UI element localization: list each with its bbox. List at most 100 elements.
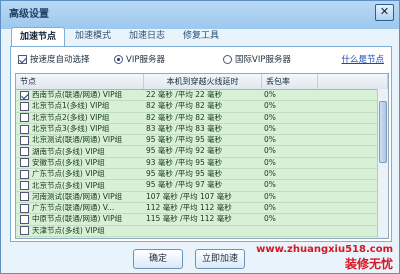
node-table: 节点 本机到穿越火线延时 丢包率 西南节点(联通/网通) VIP组 22 毫秒 /… bbox=[15, 73, 389, 239]
options-row: 按速度自动选择 VIP服务器 国际VIP服务器 什么是节点 bbox=[16, 53, 386, 67]
loss-cell: 0% bbox=[264, 112, 276, 122]
column-header-node[interactable]: 节点 bbox=[16, 74, 144, 89]
row-checkbox[interactable] bbox=[20, 226, 29, 236]
intl-vip-option[interactable]: 国际VIP服务器 bbox=[223, 53, 291, 65]
accelerate-now-button[interactable]: 立即加速 bbox=[195, 249, 245, 269]
latency-cell: 83 毫秒 /平均 83 毫秒 bbox=[146, 123, 223, 133]
column-header-blank bbox=[318, 74, 388, 89]
scrollbar-thumb[interactable] bbox=[379, 101, 387, 163]
loss-cell: 0% bbox=[264, 191, 276, 201]
vertical-scrollbar[interactable] bbox=[377, 89, 388, 237]
loss-cell bbox=[262, 226, 318, 236]
node-cell: 北京节点3(多线) VIP组 bbox=[16, 124, 144, 134]
close-button[interactable]: ✕ bbox=[375, 4, 394, 21]
row-checkbox[interactable] bbox=[20, 101, 29, 111]
node-name: 西南节点(联通/网通) VIP组 bbox=[32, 90, 123, 100]
latency-cell: 95 毫秒 /平均 92 毫秒 bbox=[146, 146, 223, 156]
loss-cell: 0% bbox=[264, 90, 276, 99]
tab-mode[interactable]: 加速模式 bbox=[67, 27, 119, 45]
node-cell: 北京节点(多线) VIP组 bbox=[16, 180, 144, 191]
table-row[interactable]: 广东节点(联通/网通) V... 112 毫秒 /平均 112 毫秒 0% bbox=[16, 203, 388, 215]
latency-cell: 95 毫秒 /平均 97 毫秒 bbox=[146, 180, 223, 190]
node-name: 河南测试(联通/网通) VIP组 bbox=[32, 191, 123, 201]
node-name: 安徽节点(多线) VIP组 bbox=[32, 157, 105, 167]
node-cell: 湖南节点(多线) VIP组 bbox=[16, 146, 144, 157]
table-row[interactable]: 广东节点(多线) VIP组 95 毫秒 /平均 95 毫秒 0% bbox=[16, 169, 388, 181]
node-cell: 安徽节点(多线) VIP组 bbox=[16, 158, 144, 168]
table-body: 西南节点(联通/网通) VIP组 22 毫秒 /平均 22 毫秒 0% 北京节点1(多… bbox=[16, 90, 388, 238]
tab-log[interactable]: 加速日志 bbox=[121, 27, 173, 45]
node-name: 北京节点2(多线) VIP组 bbox=[32, 112, 110, 122]
title-bar: 高级设置 ✕ bbox=[1, 1, 399, 25]
loss-cell: 0% bbox=[264, 123, 276, 133]
latency-cell: 95 毫秒 /平均 95 毫秒 bbox=[146, 135, 223, 145]
watermark: www.zhuangxiu518.com 装修无忧 bbox=[256, 244, 393, 272]
row-checkbox[interactable] bbox=[20, 135, 29, 145]
node-name: 北京节点1(多线) VIP组 bbox=[32, 101, 110, 111]
node-cell: 河南测试(联通/网通) VIP组 bbox=[16, 192, 144, 202]
table-row[interactable]: 北京节点3(多线) VIP组 83 毫秒 /平均 83 毫秒 0% bbox=[16, 123, 388, 136]
watermark-text: 装修无忧 bbox=[344, 257, 393, 271]
column-header-loss[interactable]: 丢包率 bbox=[262, 74, 318, 89]
node-cell: 西南节点(联通/网通) VIP组 bbox=[16, 90, 144, 100]
table-row[interactable]: 西南节点(联通/网通) VIP组 22 毫秒 /平均 22 毫秒 0% bbox=[16, 90, 388, 102]
row-checkbox[interactable] bbox=[20, 158, 29, 168]
table-row[interactable]: 中原节点(联通/网通) VIP组 115 毫秒 /平均 112 毫秒 0% bbox=[16, 214, 388, 226]
row-checkbox[interactable] bbox=[20, 203, 29, 213]
table-row[interactable]: 天津节点(多线) VIP组 bbox=[16, 226, 388, 237]
intl-vip-radio[interactable] bbox=[223, 54, 232, 64]
node-cell: 北京测试(联通/网通) VIP组 bbox=[16, 135, 144, 145]
latency-cell: 95 毫秒 /平均 95 毫秒 bbox=[146, 169, 223, 179]
confirm-button[interactable]: 确定 bbox=[133, 249, 183, 269]
table-row[interactable]: 河南测试(联通/网通) VIP组 107 毫秒 /平均 107 毫秒 0% bbox=[16, 192, 388, 203]
table-row[interactable]: 北京节点1(多线) VIP组 82 毫秒 /平均 82 毫秒 0% bbox=[16, 101, 388, 113]
window-title: 高级设置 bbox=[9, 9, 49, 20]
tab-repair-tools[interactable]: 修复工具 bbox=[175, 27, 227, 45]
latency-cell: 107 毫秒 /平均 107 毫秒 bbox=[146, 191, 232, 201]
loss-cell: 0% bbox=[264, 214, 276, 224]
nodes-panel: 按速度自动选择 VIP服务器 国际VIP服务器 什么是节点 节点 本机到穿越火线… bbox=[10, 46, 392, 242]
loss-cell: 0% bbox=[264, 146, 276, 156]
auto-select-checkbox[interactable] bbox=[18, 54, 27, 64]
latency-cell: 115 毫秒 /平均 112 毫秒 bbox=[146, 214, 232, 224]
row-checkbox[interactable] bbox=[20, 147, 29, 157]
row-checkbox[interactable] bbox=[20, 113, 29, 123]
node-cell: 广东节点(联通/网通) V... bbox=[16, 203, 144, 213]
loss-cell: 0% bbox=[264, 157, 276, 167]
tab-nodes[interactable]: 加速节点 bbox=[11, 27, 66, 46]
row-checkbox[interactable] bbox=[20, 124, 29, 134]
table-row[interactable]: 北京节点(多线) VIP组 95 毫秒 /平均 97 毫秒 0% bbox=[16, 180, 388, 192]
row-checkbox[interactable] bbox=[20, 214, 29, 224]
table-row[interactable]: 北京节点2(多线) VIP组 82 毫秒 /平均 82 毫秒 0% bbox=[16, 113, 388, 124]
node-name: 北京测试(联通/网通) VIP组 bbox=[32, 135, 123, 145]
tab-bar: 加速节点 加速模式 加速日志 修复工具 bbox=[11, 27, 227, 47]
row-checkbox[interactable] bbox=[20, 192, 29, 202]
vip-server-label: VIP服务器 bbox=[126, 55, 165, 65]
watermark-url: www.zhuangxiu518.com bbox=[256, 244, 393, 255]
row-checkbox[interactable] bbox=[20, 169, 29, 179]
vip-server-option[interactable]: VIP服务器 bbox=[114, 53, 165, 65]
table-row[interactable]: 湖南节点(多线) VIP组 95 毫秒 /平均 92 毫秒 0% bbox=[16, 146, 388, 158]
column-header-latency[interactable]: 本机到穿越火线延时 bbox=[144, 74, 262, 89]
what-is-node-link[interactable]: 什么是节点 bbox=[341, 53, 384, 65]
row-checkbox[interactable] bbox=[20, 90, 29, 100]
auto-select-option[interactable]: 按速度自动选择 bbox=[18, 53, 90, 65]
node-cell: 广东节点(多线) VIP组 bbox=[16, 169, 144, 179]
footer-bar: 确定 立即加速 www.zhuangxiu518.com 装修无忧 bbox=[1, 243, 399, 273]
loss-cell: 0% bbox=[264, 169, 276, 179]
latency-cell: 22 毫秒 /平均 22 毫秒 bbox=[146, 90, 223, 99]
node-name: 广东节点(多线) VIP组 bbox=[32, 169, 105, 179]
node-cell: 中原节点(联通/网通) VIP组 bbox=[16, 214, 144, 224]
table-row[interactable]: 北京测试(联通/网通) VIP组 95 毫秒 /平均 95 毫秒 0% bbox=[16, 135, 388, 147]
node-name: 湖南节点(多线) VIP组 bbox=[32, 146, 105, 156]
node-cell: 天津节点(多线) VIP组 bbox=[16, 226, 144, 236]
row-checkbox[interactable] bbox=[20, 181, 29, 191]
latency-cell: 82 毫秒 /平均 82 毫秒 bbox=[146, 112, 223, 122]
node-name: 北京节点3(多线) VIP组 bbox=[32, 124, 110, 134]
node-name: 中原节点(联通/网通) VIP组 bbox=[32, 214, 123, 224]
vip-server-radio[interactable] bbox=[114, 54, 123, 64]
node-cell: 北京节点2(多线) VIP组 bbox=[16, 113, 144, 123]
table-row[interactable]: 安徽节点(多线) VIP组 93 毫秒 /平均 95 毫秒 0% bbox=[16, 157, 388, 170]
loss-cell: 0% bbox=[264, 180, 276, 190]
node-name: 北京节点(多线) VIP组 bbox=[32, 180, 105, 190]
